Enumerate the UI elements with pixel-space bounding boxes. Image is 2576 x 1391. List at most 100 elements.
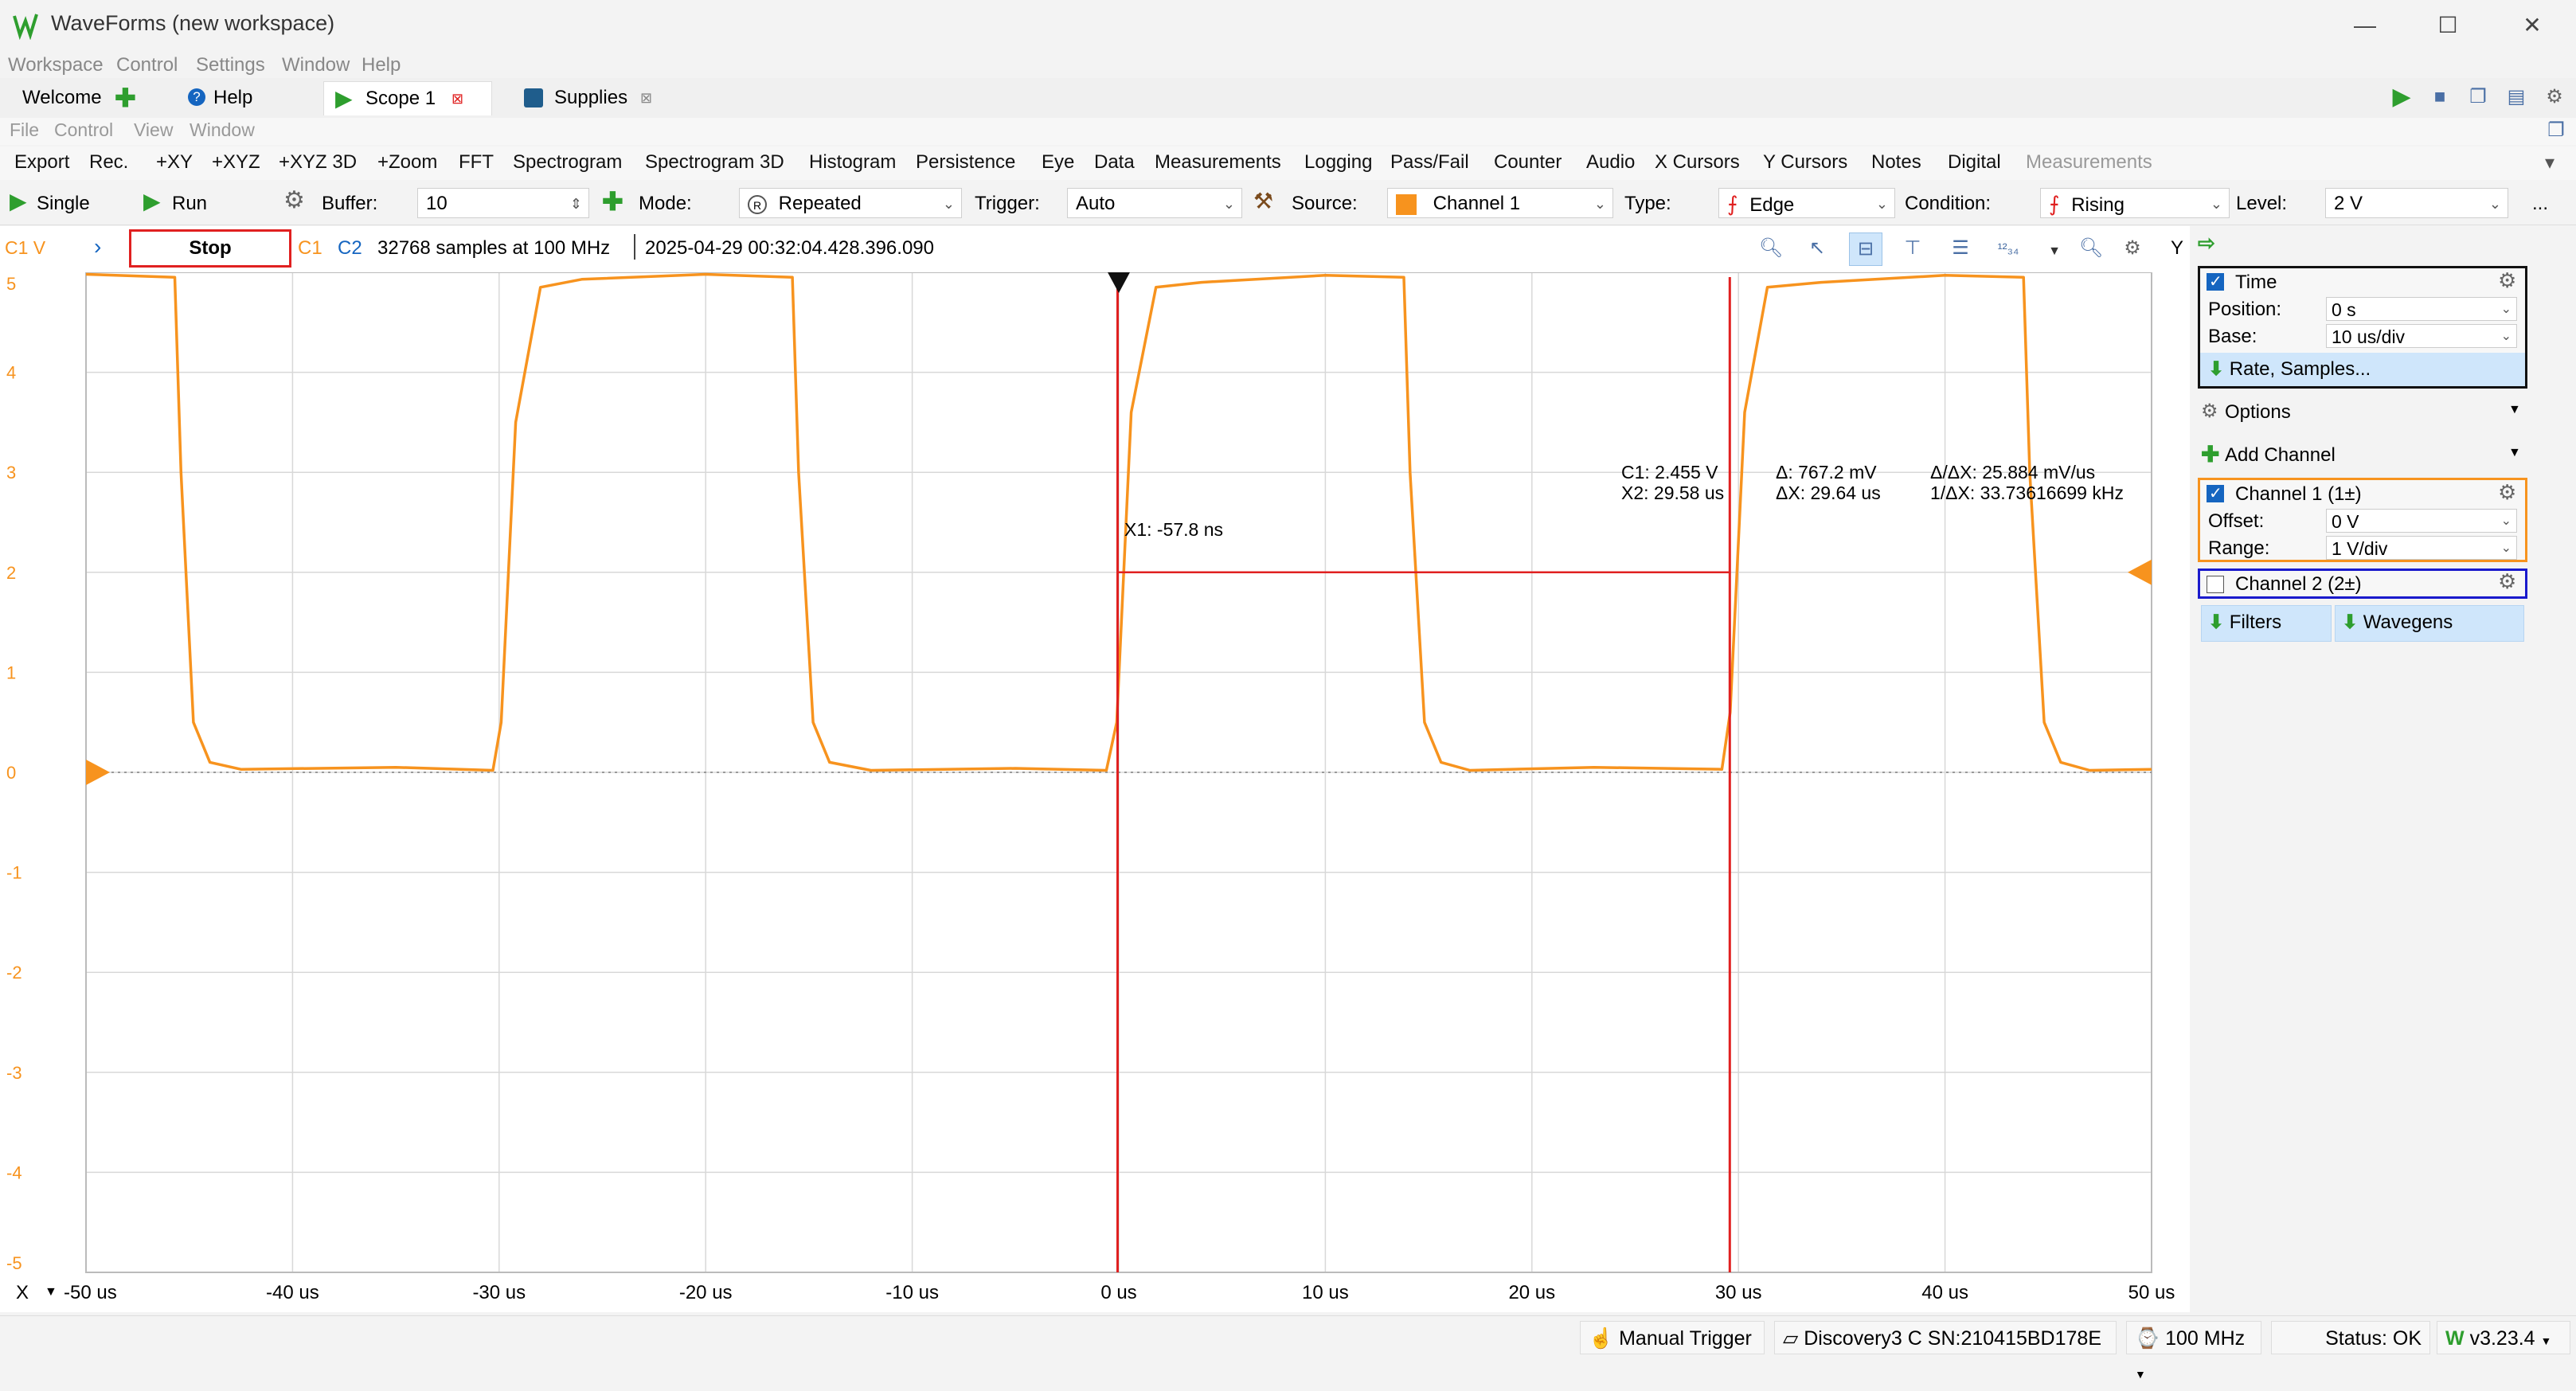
base-select[interactable]: 10 us/div ⌄ (2326, 324, 2517, 348)
condition-select[interactable]: ⨍ Rising ⌄ (2040, 188, 2230, 218)
type-select[interactable]: ⨍ Edge ⌄ (1718, 188, 1895, 218)
supplies-icon (524, 88, 543, 107)
toolbar-xyz[interactable]: +XYZ (212, 151, 260, 174)
chevron-down-icon[interactable]: ▼ (45, 1285, 57, 1299)
add-channel-row[interactable]: ✚ Add Channel ▼ (2198, 440, 2527, 471)
maximize-button[interactable]: ☐ (2424, 8, 2472, 43)
close-tab-icon[interactable]: ⊠ (451, 82, 463, 115)
menu-help[interactable]: Help (362, 54, 401, 76)
tab-welcome[interactable]: Welcome ✚ (6, 81, 150, 115)
channel-1-checkbox[interactable] (2207, 483, 2224, 503)
time-checkbox[interactable] (2207, 272, 2224, 291)
chevron-right-icon[interactable]: › (94, 234, 101, 260)
plot-area[interactable]: 5 4 3 2 1 0 -1 -2 -3 -4 -5 (0, 272, 2190, 1277)
toolbar-audio[interactable]: Audio (1586, 151, 1635, 174)
zoom-icon[interactable]: 🔍︎ (1755, 232, 1787, 264)
clock-selector[interactable]: ⌚ 100 MHz ▼ (2126, 1321, 2261, 1381)
device-selector[interactable]: ▱ Discovery3 C SN:210415BD178E (1774, 1321, 2117, 1354)
toolbar-histogram[interactable]: Histogram (809, 151, 896, 174)
tab-scope-1[interactable]: ▶ Scope 1 ⊠ (323, 81, 492, 115)
level-select[interactable]: 2 V ⌄ (2325, 188, 2508, 218)
channel-2-checkbox[interactable] (2207, 576, 2224, 593)
settings-gear-icon[interactable]: ⚙ (2539, 81, 2570, 113)
scope-menu-window[interactable]: Window (190, 119, 255, 141)
run-button[interactable]: Run (172, 193, 207, 215)
stop-button[interactable]: Stop (129, 229, 291, 268)
settings-gear-icon[interactable]: ⚙ (2498, 569, 2516, 594)
toolbar-spectrogram-3d[interactable]: Spectrogram 3D (645, 151, 784, 174)
toolbar-xy[interactable]: +XY (156, 151, 193, 174)
toolbar-rec[interactable]: Rec. (89, 151, 128, 174)
scope-menu-file[interactable]: File (10, 119, 39, 141)
menu-workspace[interactable]: Workspace (8, 54, 104, 76)
toolbar-data[interactable]: Data (1094, 151, 1135, 174)
toolbar-digital[interactable]: Digital (1948, 151, 2001, 174)
toolbar-zoom[interactable]: +Zoom (377, 151, 437, 174)
toolbar-xyz-3d[interactable]: +XYZ 3D (279, 151, 357, 174)
options-row[interactable]: ⚙ Options ▼ (2198, 397, 2527, 428)
toolbar-overflow-icon[interactable]: ▾ (2545, 151, 2555, 174)
window-restore-icon[interactable]: ❐ (2540, 115, 2572, 147)
mode-select[interactable]: R Repeated ⌄ (739, 188, 962, 218)
numbering-icon[interactable]: ¹²₃₄ (1992, 232, 2024, 264)
menu-settings[interactable]: Settings (196, 54, 265, 76)
channel-1-toggle[interactable]: C1 (298, 237, 322, 260)
settings-gear-icon[interactable]: ⚙ (2498, 268, 2516, 293)
toolbar-pass-fail[interactable]: Pass/Fail (1390, 151, 1469, 174)
more-options[interactable]: ... (2532, 193, 2548, 215)
tab-supplies[interactable]: Supplies ⊠ (514, 81, 674, 115)
manual-trigger-button[interactable]: ☝ Manual Trigger (1580, 1321, 1765, 1354)
toolbar-logging[interactable]: Logging (1304, 151, 1372, 174)
menu-control[interactable]: Control (116, 54, 178, 76)
hammer-icon[interactable]: ⚒ (1253, 188, 1273, 214)
channel-2-toggle[interactable]: C2 (338, 237, 362, 260)
scope-menu-view[interactable]: View (134, 119, 173, 141)
settings-gear-icon[interactable]: ⚙ (2498, 480, 2516, 505)
trigger-select[interactable]: Auto ⌄ (1067, 188, 1242, 218)
single-button[interactable]: Single (37, 193, 90, 215)
cascade-windows-icon[interactable]: ❐ (2462, 81, 2494, 113)
position-select[interactable]: 0 s ⌄ (2326, 297, 2517, 321)
pointer-icon[interactable]: ↖ (1801, 232, 1833, 264)
toolbar-y-cursors[interactable]: Y Cursors (1763, 151, 1847, 174)
horizontal-cursor-icon[interactable]: ⊟ (1849, 232, 1882, 266)
tile-windows-icon[interactable]: ▤ (2500, 81, 2532, 113)
plus-icon[interactable]: ✚ (602, 186, 623, 217)
time-panel: Time ⚙ Position: 0 s ⌄ Base: 10 us/div ⌄… (2198, 266, 2527, 389)
tab-help[interactable]: ? Help (177, 81, 272, 115)
wavegens-button[interactable]: ⬇ Wavegens (2335, 605, 2524, 642)
run-all-icon[interactable]: ▶ (2386, 81, 2418, 113)
close-button[interactable]: ✕ (2508, 8, 2556, 43)
spin-icon[interactable]: ⇕ (570, 189, 582, 219)
toolbar-spectrogram[interactable]: Spectrogram (513, 151, 622, 174)
version-button[interactable]: W v3.23.4 ▼ (2437, 1321, 2570, 1354)
zoom-out-icon[interactable]: 🔍︎ (2075, 232, 2107, 264)
toolbar-persistence[interactable]: Persistence (916, 151, 1015, 174)
close-tab-icon[interactable]: ⊠ (640, 81, 652, 115)
minimize-button[interactable]: — (2341, 8, 2389, 43)
arrow-right-icon[interactable]: ⇨ (2198, 231, 2215, 256)
toolbar-eye[interactable]: Eye (1042, 151, 1074, 174)
settings-gear-icon[interactable]: ⚙ (283, 186, 305, 214)
toolbar-notes[interactable]: Notes (1871, 151, 1921, 174)
toolbar-x-cursors[interactable]: X Cursors (1655, 151, 1740, 174)
vertical-cursor-icon[interactable]: ⊤ (1897, 232, 1929, 264)
oscilloscope-plot[interactable]: 5 4 3 2 1 0 -1 -2 -3 -4 -5 (0, 272, 2190, 1277)
stop-all-icon[interactable]: ■ (2424, 81, 2456, 113)
toolbar-counter[interactable]: Counter (1494, 151, 1562, 174)
filters-button[interactable]: ⬇ Filters (2201, 605, 2332, 642)
buffer-input[interactable]: 10 ⇕ (417, 188, 589, 218)
settings-gear-icon[interactable]: ⚙ (2117, 232, 2148, 264)
align-icon[interactable]: ☰ (1945, 232, 1976, 264)
toolbar-export[interactable]: Export (14, 151, 69, 174)
menu-window[interactable]: Window (282, 54, 350, 76)
toolbar-measurements-view[interactable]: Measurements (2026, 151, 2152, 174)
range-select[interactable]: 1 V/div ⌄ (2326, 536, 2517, 560)
toolbar-measurements[interactable]: Measurements (1155, 151, 1281, 174)
dropdown-icon[interactable]: ▼ (2039, 236, 2070, 268)
rate-samples-button[interactable]: ⬇ Rate, Samples... (2200, 353, 2525, 386)
toolbar-fft[interactable]: FFT (459, 151, 494, 174)
source-select[interactable]: Channel 1 ⌄ (1387, 188, 1613, 218)
offset-select[interactable]: 0 V ⌄ (2326, 509, 2517, 533)
scope-menu-control[interactable]: Control (54, 119, 113, 141)
